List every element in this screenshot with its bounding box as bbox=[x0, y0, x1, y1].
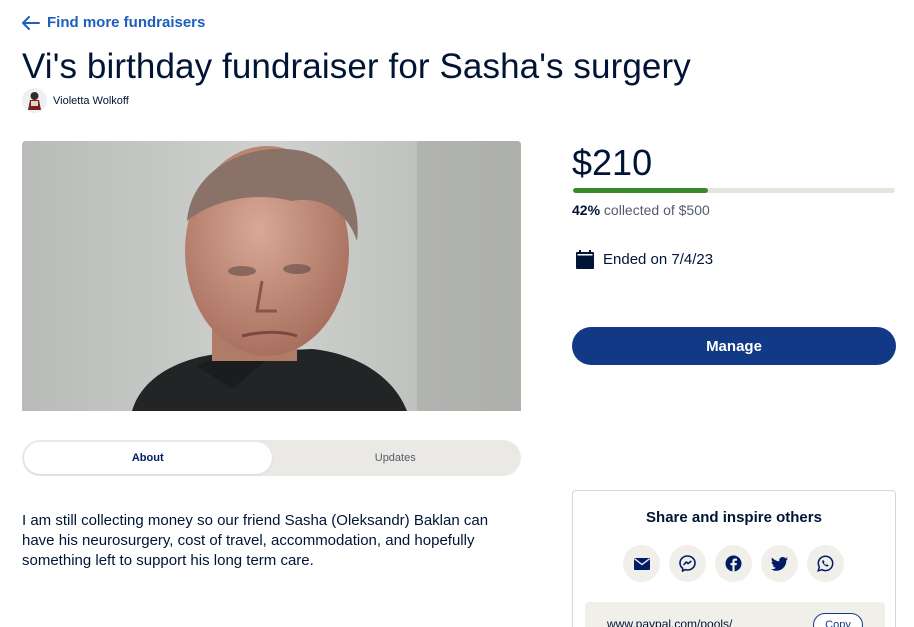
whatsapp-icon bbox=[817, 555, 834, 572]
facebook-icon bbox=[725, 555, 742, 572]
copy-link-button[interactable]: Copy bbox=[813, 613, 863, 627]
fundraiser-photo bbox=[22, 141, 521, 411]
collected-text: collected of $500 bbox=[603, 202, 710, 218]
calendar-icon bbox=[576, 250, 594, 269]
manage-button[interactable]: Manage bbox=[572, 327, 896, 365]
tab-updates[interactable]: Updates bbox=[272, 442, 520, 474]
progress-bar-fill bbox=[573, 188, 709, 193]
messenger-icon bbox=[679, 555, 696, 572]
tab-about[interactable]: About bbox=[24, 442, 272, 474]
share-link[interactable]: www.paypal.com/pools/ bbox=[607, 617, 732, 627]
arrow-left-icon bbox=[22, 15, 40, 30]
avatar bbox=[22, 88, 47, 113]
collected-percent: 42% bbox=[572, 202, 601, 218]
ended-text: Ended on 7/4/23 bbox=[603, 251, 714, 268]
whatsapp-share-button[interactable] bbox=[807, 545, 844, 582]
twitter-share-button[interactable] bbox=[761, 545, 798, 582]
fundraiser-description: I am still collecting money so our frien… bbox=[22, 512, 489, 569]
back-link-label: Find more fundraisers bbox=[47, 14, 206, 31]
share-link-box: www.paypal.com/pools/ Copy bbox=[585, 602, 885, 627]
back-link[interactable]: Find more fundraisers bbox=[22, 14, 205, 31]
tab-bar: About Updates bbox=[22, 440, 521, 476]
email-share-button[interactable] bbox=[623, 545, 660, 582]
progress-bar bbox=[573, 188, 895, 193]
messenger-share-button[interactable] bbox=[669, 545, 706, 582]
share-title: Share and inspire others bbox=[646, 509, 822, 526]
email-icon bbox=[633, 557, 650, 570]
twitter-icon bbox=[771, 556, 788, 571]
share-icons bbox=[623, 545, 844, 582]
amount-raised: $210 bbox=[572, 142, 653, 183]
organizer-name: Violetta Wolkoff bbox=[53, 94, 129, 107]
status-ended: Ended on 7/4/23 bbox=[576, 250, 713, 269]
organizer: Violetta Wolkoff bbox=[22, 88, 129, 113]
collected-summary: 42% collected of $500 bbox=[572, 202, 710, 218]
facebook-share-button[interactable] bbox=[715, 545, 752, 582]
share-card: Share and inspire others www.paypal.com/… bbox=[572, 490, 896, 627]
page-title: Vi's birthday fundraiser for Sasha's sur… bbox=[22, 47, 691, 86]
